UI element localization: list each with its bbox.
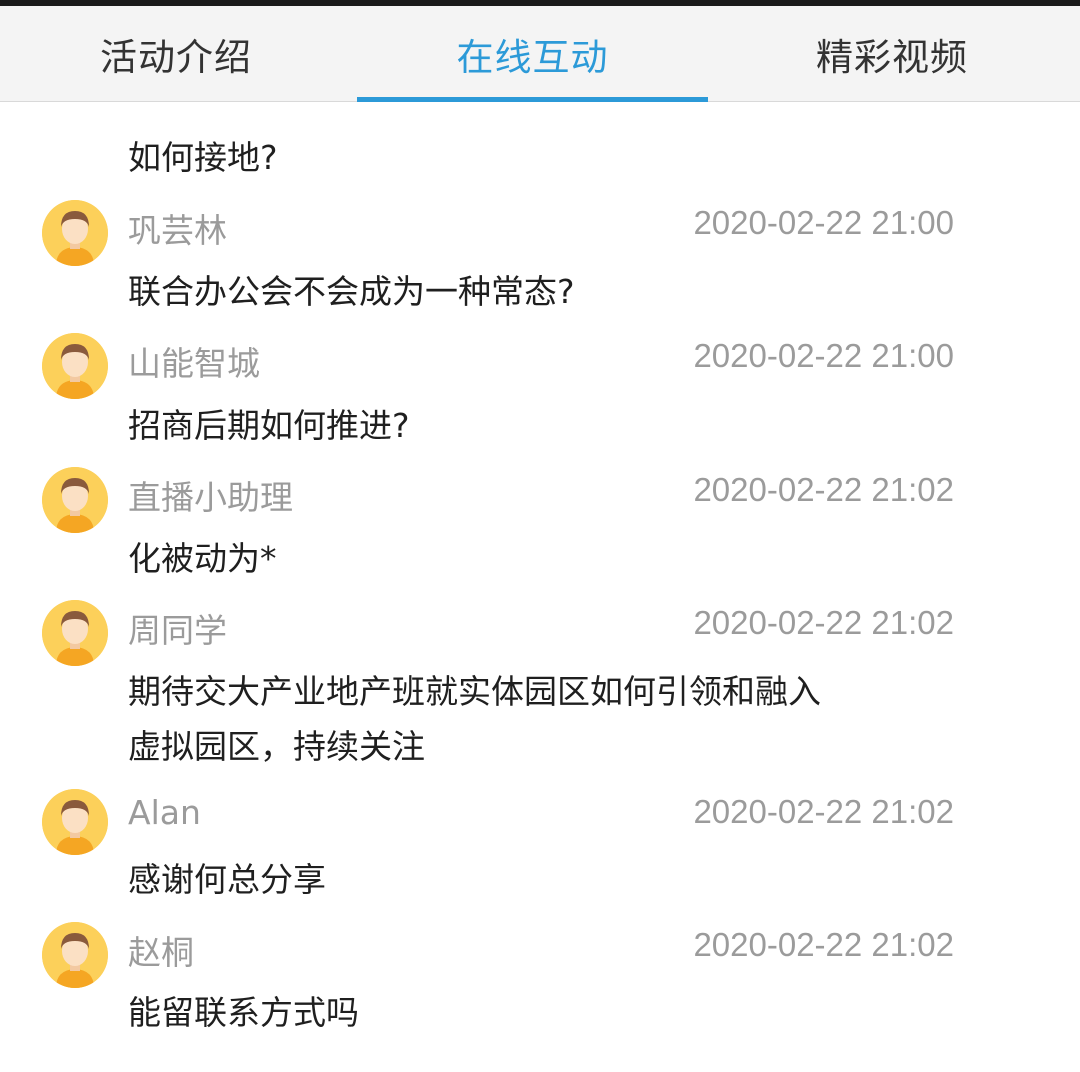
message-header: 直播小助理 2020-02-22 21:02: [0, 465, 1080, 535]
tab-highlight-videos[interactable]: 精彩视频: [716, 6, 1068, 102]
user-avatar-icon: [42, 333, 108, 399]
active-tab-indicator: [357, 97, 708, 102]
message-text: 如何接地?: [128, 138, 278, 177]
user-avatar-icon: [42, 600, 108, 666]
tab-bar: 活动介绍 在线互动 精彩视频: [0, 6, 1080, 102]
message-text: 联合办公会不会成为一种常态?: [128, 272, 575, 311]
user-name: 周同学: [128, 611, 227, 650]
message-timestamp: 2020-02-22 21:00: [693, 204, 954, 241]
user-name: Alan: [128, 793, 201, 832]
user-avatar-icon: [42, 789, 108, 855]
message-header: 山能智城 2020-02-22 21:00: [0, 331, 1080, 401]
message-timestamp: 2020-02-22 21:02: [693, 793, 954, 830]
user-avatar-icon: [42, 467, 108, 533]
tab-online-interaction[interactable]: 在线互动: [357, 6, 708, 102]
user-name: 山能智城: [128, 344, 260, 383]
message-header: 巩芸林 2020-02-22 21:00: [0, 198, 1080, 268]
user-avatar-icon: [42, 922, 108, 988]
message-text: 期待交大产业地产班就实体园区如何引领和融入: [128, 672, 821, 711]
message-header: Alan 2020-02-22 21:02: [0, 787, 1080, 857]
message-timestamp: 2020-02-22 21:02: [693, 926, 954, 963]
message-header: 周同学 2020-02-22 21:02: [0, 598, 1080, 668]
user-name: 直播小助理: [128, 478, 293, 517]
app-screen: 活动介绍 在线互动 精彩视频 如何接地? 巩芸林 2020-02-22 21:0…: [0, 0, 1080, 1072]
message-timestamp: 2020-02-22 21:02: [693, 471, 954, 508]
message-timestamp: 2020-02-22 21:00: [693, 337, 954, 374]
message-text: 化被动为*: [128, 539, 277, 578]
user-avatar-icon: [42, 200, 108, 266]
message-text: 招商后期如何推进?: [128, 406, 410, 445]
message-text: 感谢何总分享: [128, 860, 326, 899]
message-text: 虚拟园区，持续关注: [128, 727, 425, 766]
message-header: 赵桐 2020-02-22 21:02: [0, 920, 1080, 990]
user-name: 赵桐: [128, 933, 194, 972]
message-timestamp: 2020-02-22 21:02: [693, 604, 954, 641]
message-text: 能留联系方式吗: [128, 993, 359, 1032]
user-name: 巩芸林: [128, 211, 227, 250]
tab-activity-intro[interactable]: 活动介绍: [0, 6, 352, 102]
